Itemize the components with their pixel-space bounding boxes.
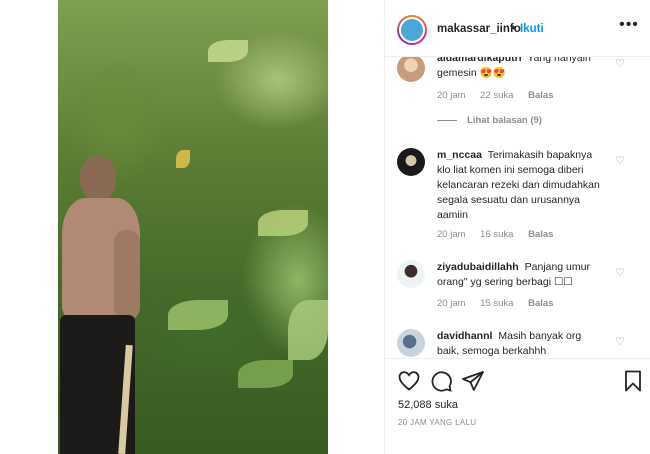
view-replies-label: Lihat balasan (9) <box>467 115 542 126</box>
post-media <box>0 0 384 454</box>
flower <box>176 150 190 168</box>
post-username[interactable]: makassar_iinfo <box>437 23 521 35</box>
comments-list[interactable]: aidamardikaputri Yang hanyain gemesin 😍😍… <box>385 57 650 359</box>
comment-username[interactable]: davidhannl <box>437 330 492 342</box>
comment-likes[interactable]: 15 suka <box>480 298 513 309</box>
avatar[interactable] <box>397 15 427 45</box>
divider-line <box>437 119 457 121</box>
comment-time[interactable]: 20 jam <box>437 90 466 101</box>
comment-likes[interactable]: 22 suka <box>480 90 513 101</box>
action-bar <box>385 360 650 400</box>
heart-icon[interactable]: ♡ <box>614 267 626 279</box>
post-header: makassar_iinfo • Ikuti ••• <box>385 0 650 57</box>
avatar[interactable] <box>397 329 425 357</box>
view-replies-button[interactable]: Lihat balasan (9) <box>437 115 542 126</box>
likes-count[interactable]: 52,088 suka <box>398 399 458 411</box>
avatar[interactable] <box>397 57 425 82</box>
foliage <box>208 40 248 62</box>
post-video[interactable] <box>58 0 328 454</box>
foliage <box>168 300 228 330</box>
reply-button[interactable]: Balas <box>528 298 553 309</box>
avatar[interactable] <box>397 260 425 288</box>
comment-time[interactable]: 20 jam <box>437 298 466 309</box>
comment-username[interactable]: ziyadubaidillahh <box>437 261 519 273</box>
comment-username[interactable]: aidamardikaputri <box>437 57 522 64</box>
heart-icon[interactable]: ♡ <box>614 58 626 70</box>
reply-button[interactable]: Balas <box>528 90 553 101</box>
heart-icon[interactable]: ♡ <box>614 336 626 348</box>
foliage <box>238 360 293 388</box>
follow-button[interactable]: Ikuti <box>520 23 544 35</box>
reply-button[interactable]: Balas <box>528 229 553 240</box>
heart-icon[interactable]: ♡ <box>614 155 626 167</box>
post-sidebar: makassar_iinfo • Ikuti ••• aidamardikapu… <box>384 0 650 454</box>
separator-dot: • <box>512 23 517 35</box>
comment-time[interactable]: 20 jam <box>437 229 466 240</box>
comment-likes[interactable]: 16 suka <box>480 229 513 240</box>
foliage <box>258 210 308 236</box>
avatar[interactable] <box>397 148 425 176</box>
bookmark-icon[interactable] <box>621 369 645 393</box>
comment-icon[interactable] <box>429 369 453 393</box>
post-timestamp[interactable]: 20 JAM YANG LALU <box>398 418 476 427</box>
share-icon[interactable] <box>461 369 485 393</box>
more-horizontal-icon[interactable]: ••• <box>619 17 639 37</box>
heart-icon[interactable] <box>397 369 421 393</box>
comment-username[interactable]: m_nccaa <box>437 149 482 161</box>
foliage <box>288 300 328 360</box>
person-figure <box>58 150 143 454</box>
